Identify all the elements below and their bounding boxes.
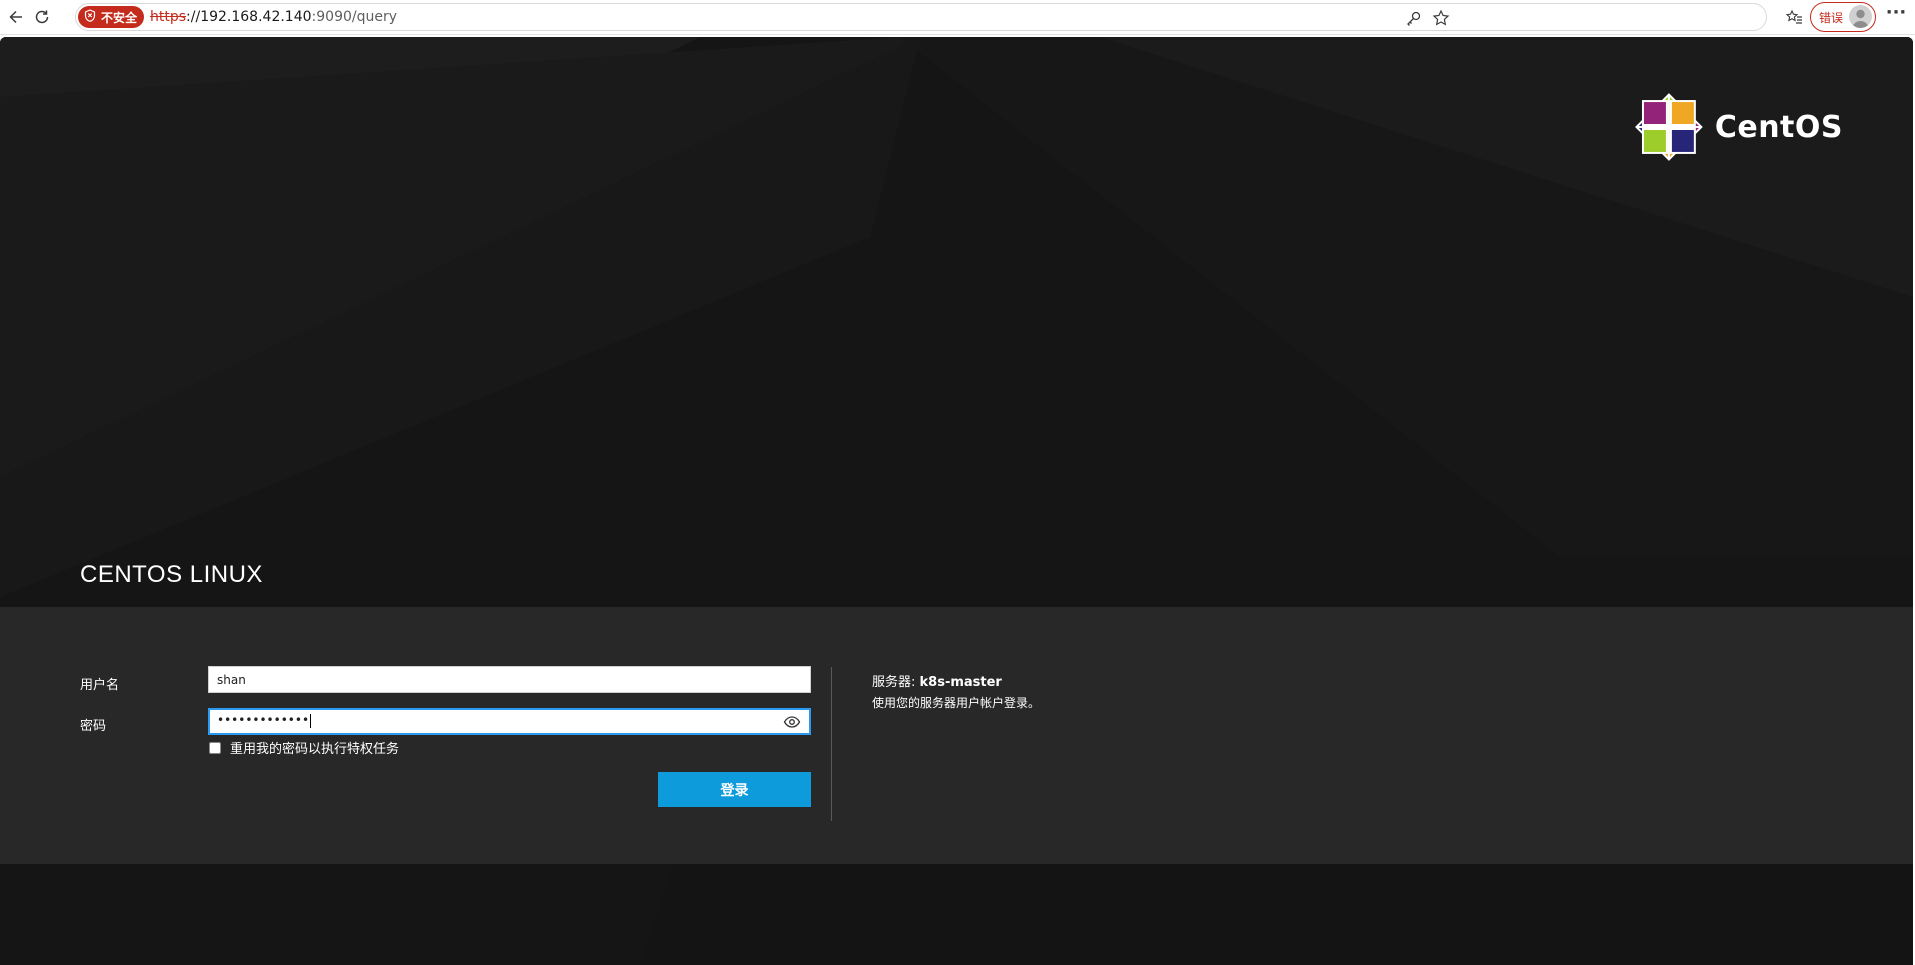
browser-toolbar: 不安全 https://192.168.42.140:9090/query 错误… [0,0,1915,35]
error-label: 错误 [1819,10,1844,25]
os-title: CENTOS LINUX [80,561,263,588]
username-input[interactable] [208,666,811,693]
insecure-label: 不安全 [101,10,138,25]
favorites-list-icon[interactable] [1783,6,1805,28]
security-warning-badge[interactable]: 不安全 [78,6,145,28]
reuse-password-label[interactable]: 重用我的密码以执行特权任务 [230,738,399,757]
profile-error-button[interactable]: 错误 [1810,2,1876,32]
url-host: ://192.168.42.140 [186,9,312,25]
refresh-icon[interactable] [31,6,53,28]
vertical-divider [831,667,832,821]
address-bar[interactable]: 不安全 https://192.168.42.140:9090/query [75,3,1767,31]
url-scheme: https [150,9,187,25]
url-path: :9090/query [311,9,398,25]
profile-avatar-icon [1849,5,1872,28]
login-hint: 使用您的服务器用户帐户登录。 [872,696,1041,710]
centos-logo: CentOS [1633,89,1843,165]
show-password-eye-icon[interactable] [783,714,801,730]
favorite-star-icon[interactable] [1431,8,1451,28]
password-input[interactable]: ••••••••••••• [208,708,811,735]
brand-name: CentOS [1714,109,1843,145]
server-prefix: 服务器: [872,675,920,690]
username-label: 用户名 [80,678,120,693]
server-info: 服务器: k8s-master [872,671,1002,690]
login-page: CentOS CENTOS LINUX [0,37,1913,965]
back-icon[interactable] [5,6,27,28]
centos-emblem-icon [1635,93,1703,161]
key-icon[interactable] [1403,8,1423,28]
more-options-icon[interactable]: ··· [1884,4,1908,28]
login-button[interactable]: 登录 [658,772,811,807]
password-value: ••••••••••••• [217,713,312,728]
login-panel [0,607,1913,864]
server-name: k8s-master [919,675,1002,690]
url-text[interactable]: https://192.168.42.140:9090/query [150,9,397,25]
password-label: 密码 [80,719,107,734]
reuse-password-checkbox[interactable] [209,742,221,754]
warning-shield-icon [84,9,96,25]
